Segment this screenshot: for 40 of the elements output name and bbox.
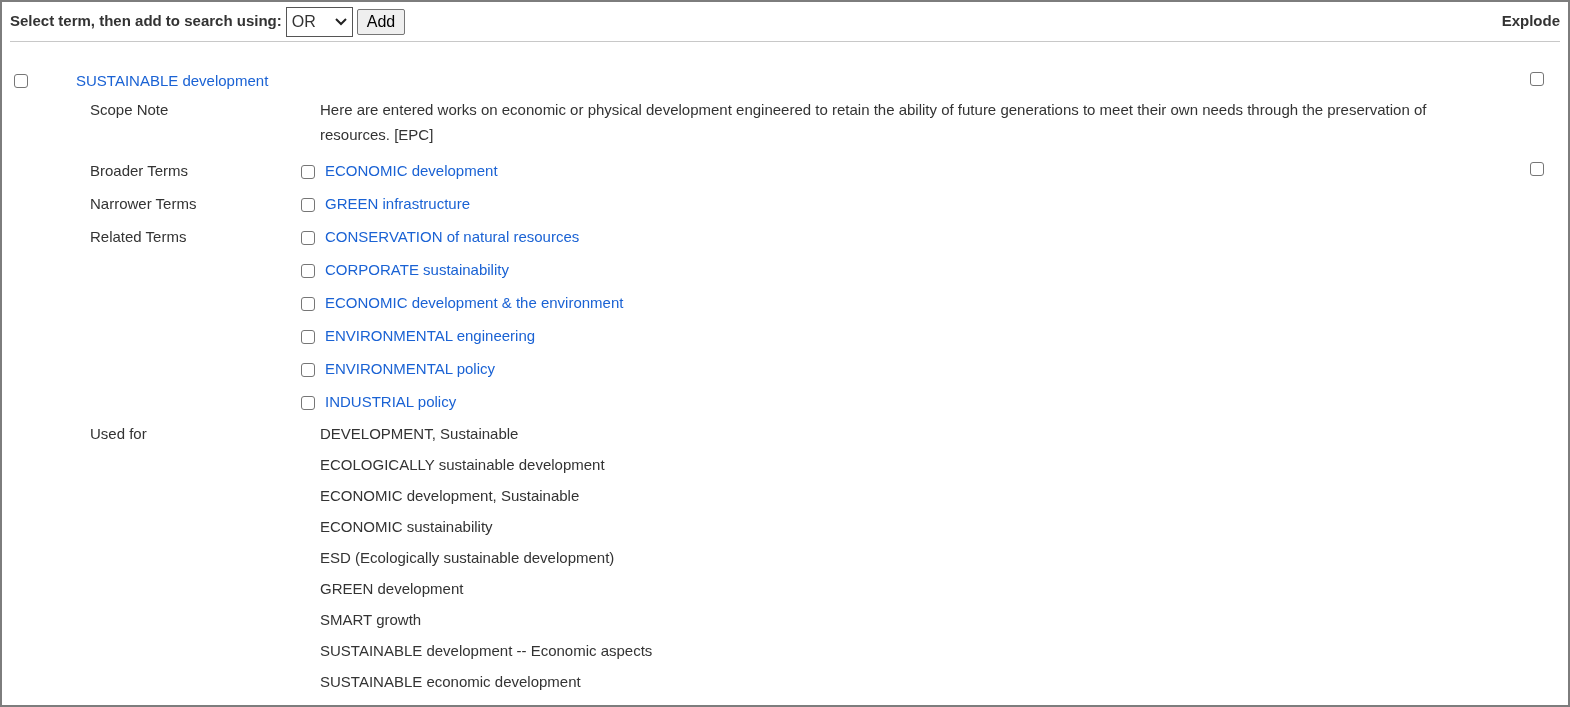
used-for-term: ESD (Ecologically sustainable development) xyxy=(320,548,615,569)
used-for-term: GREEN development xyxy=(320,579,464,600)
add-button[interactable]: Add xyxy=(356,8,406,35)
term-checkbox[interactable] xyxy=(301,296,315,311)
operator-select[interactable]: OR xyxy=(285,6,353,37)
used-for-term: SUSTAINABLE economic development xyxy=(320,672,581,693)
term-link[interactable]: CORPORATE sustainability xyxy=(325,259,509,282)
used-for-term: SMART growth xyxy=(320,610,422,631)
scope-note-text: Here are entered works on economic or physical development engineered to retain the ability of future generations to meet their own needs through the preservation of resources. [EPC] xyxy=(320,100,1428,145)
used-for-term: SUSTAINABLE development -- Economic aspects xyxy=(320,641,653,662)
term-link[interactable]: ENVIRONMENTAL policy xyxy=(325,358,496,381)
term-checkbox[interactable] xyxy=(14,74,28,88)
used-for-term: ECOLOGICALLY sustainable development xyxy=(320,455,605,476)
term-checkbox[interactable] xyxy=(301,263,315,278)
term-link[interactable]: SUSTAINABLE development xyxy=(76,69,269,93)
relation-label: Used for xyxy=(90,424,148,445)
term-link[interactable]: ECONOMIC development & the environment xyxy=(325,292,624,315)
scope-note-label: Scope Note xyxy=(90,100,170,120)
term-checkbox[interactable] xyxy=(301,197,315,212)
relation-label: Narrower Terms xyxy=(90,194,198,215)
used-for-term: ECONOMIC development, Sustainable xyxy=(320,486,580,507)
term-checkbox[interactable] xyxy=(301,329,315,344)
term-link[interactable]: ECONOMIC development xyxy=(325,160,498,183)
explode-checkbox[interactable] xyxy=(1530,71,1544,86)
term-link[interactable]: GREEN infrastructure xyxy=(325,193,471,216)
explode-heading: Explode xyxy=(1501,11,1560,32)
term-checkbox[interactable] xyxy=(301,164,315,179)
term-link[interactable]: CONSERVATION of natural resources xyxy=(325,226,580,249)
used-for-term: DEVELOPMENT, Sustainable xyxy=(320,424,519,445)
term-link[interactable]: ENVIRONMENTAL engineering xyxy=(325,325,536,348)
relation-label: Broader Terms xyxy=(90,161,190,182)
chevron-down-icon xyxy=(334,17,347,26)
explode-checkbox[interactable] xyxy=(1530,162,1544,177)
used-for-term: ECONOMIC sustainability xyxy=(320,517,493,538)
relation-label: Related Terms xyxy=(90,227,188,248)
operator-prompt: Select term, then add to search using: xyxy=(10,11,282,32)
term-link[interactable]: INDUSTRIAL policy xyxy=(325,391,457,414)
term-checkbox[interactable] xyxy=(301,395,315,410)
term-checkbox[interactable] xyxy=(301,362,315,377)
term-checkbox[interactable] xyxy=(301,230,315,245)
